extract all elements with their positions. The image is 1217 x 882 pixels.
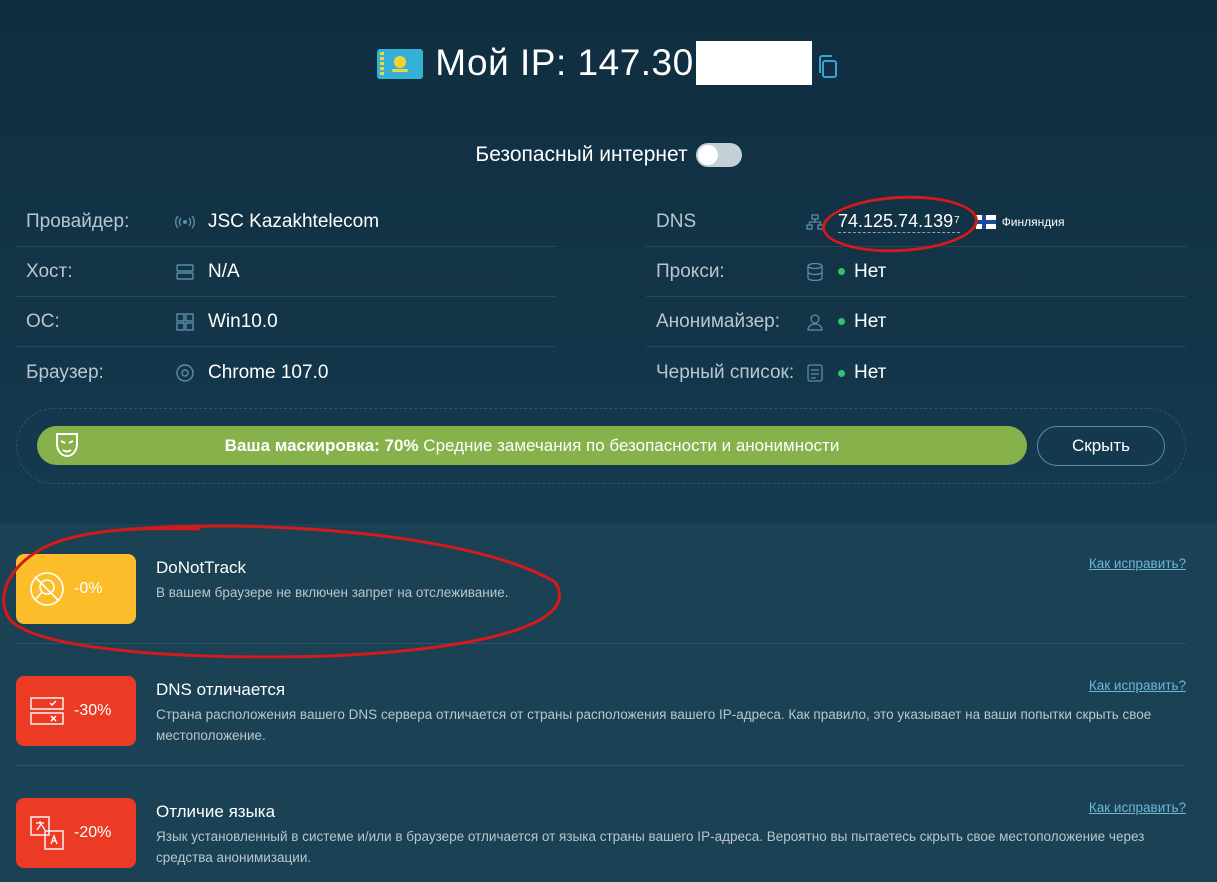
issue-title: DoNotTrack [156, 558, 247, 577]
issue-penalty: -0% [74, 580, 103, 597]
dns-key: DNS [656, 210, 697, 232]
ip-summary-panel: Мой IP: 147.30 Безопасный интернет Прова… [0, 0, 1217, 524]
issue-description: В вашем браузере не включен запрет на от… [156, 585, 509, 600]
issue-badge: -20% [16, 798, 136, 868]
mask-score-description: Средние замечания по безопасности и анон… [418, 435, 840, 455]
how-to-fix-link[interactable]: Как исправить? [1089, 678, 1186, 693]
os-row: ОС: Win10.0 [16, 297, 556, 347]
issue-dns-differs: -30% DNS отличается Страна расположения … [0, 646, 1217, 766]
safe-internet-toggle[interactable] [695, 143, 742, 167]
how-to-fix-link[interactable]: Как исправить? [1089, 800, 1186, 815]
issue-donottrack: -0% DoNotTrack В вашем браузере не включ… [0, 524, 1217, 644]
browser-key: Браузер: [26, 362, 104, 383]
safe-internet-label: Безопасный интернет [475, 143, 688, 166]
issue-language-differs: -20% Отличие языка Язык установленный в … [0, 768, 1217, 882]
server-icon [174, 261, 196, 283]
finland-flag-icon [975, 214, 996, 229]
no-tracking-icon [30, 572, 64, 606]
blacklist-value: Нет [854, 362, 887, 383]
issue-penalty: -20% [74, 824, 112, 841]
status-dot [838, 318, 845, 325]
issue-penalty: -30% [74, 702, 112, 719]
language-icon [30, 816, 64, 850]
blacklist-key: Черный список: [656, 362, 795, 383]
browser-value: Chrome 107.0 [208, 362, 329, 383]
mask-icon [56, 433, 78, 457]
mask-score-label: Ваша маскировка: 70% [224, 435, 419, 455]
host-value: N/A [208, 260, 240, 282]
ip-redaction-box [695, 41, 812, 85]
chrome-icon [174, 362, 196, 384]
issue-description: Страна расположения вашего DNS сервера о… [156, 707, 1152, 743]
dns-country: Финляндия [1001, 214, 1065, 229]
windows-icon [174, 311, 196, 333]
browser-row: Браузер: Chrome 107.0 [16, 348, 556, 398]
os-key: ОС: [26, 310, 60, 332]
user-icon [804, 311, 826, 333]
issue-description: Язык установленный в системе и/или в бра… [156, 829, 1145, 865]
issue-badge: -30% [16, 676, 136, 746]
provider-value: JSC Kazakhtelecom [208, 210, 380, 232]
anonymizer-key: Анонимайзер: [656, 310, 780, 332]
hide-button[interactable]: Скрыть [1037, 426, 1165, 466]
proxy-value: Нет [854, 260, 887, 282]
blacklist-row: Черный список: Нет [646, 348, 1186, 398]
provider-row: Провайдер: JSC Kazakhtelecom [16, 197, 556, 247]
provider-key: Провайдер: [26, 210, 130, 232]
issue-title: DNS отличается [156, 680, 286, 699]
proxy-key: Прокси: [656, 260, 725, 282]
dns-servers-icon [30, 697, 64, 725]
host-key: Хост: [26, 260, 73, 282]
divider [16, 765, 1186, 766]
database-icon [804, 261, 826, 283]
anonymizer-row: Анонимайзер: Нет [646, 297, 1186, 347]
how-to-fix-link[interactable]: Как исправить? [1089, 556, 1186, 571]
status-dot [838, 268, 845, 275]
copy-icon[interactable] [816, 54, 840, 80]
kazakhstan-flag-icon [377, 49, 424, 79]
issue-title: Отличие языка [156, 802, 276, 821]
host-row: Хост: N/A [16, 247, 556, 297]
divider [16, 643, 1186, 644]
ip-address-label: Мой IP: 147.30 [435, 42, 694, 83]
proxy-row: Прокси: Нет [646, 247, 1186, 297]
ip-header: Мой IP: 147.30 [0, 38, 1217, 88]
anonymizer-value: Нет [854, 310, 887, 332]
issue-badge: -0% [16, 554, 136, 624]
wifi-signal-icon [174, 211, 196, 233]
list-check-icon [804, 362, 826, 384]
os-value: Win10.0 [208, 310, 278, 332]
safe-internet-row: Безопасный интернет [0, 140, 1217, 170]
status-dot [838, 369, 845, 377]
mask-score-bar: Ваша маскировка: 70% Средние замечания п… [37, 426, 1027, 465]
